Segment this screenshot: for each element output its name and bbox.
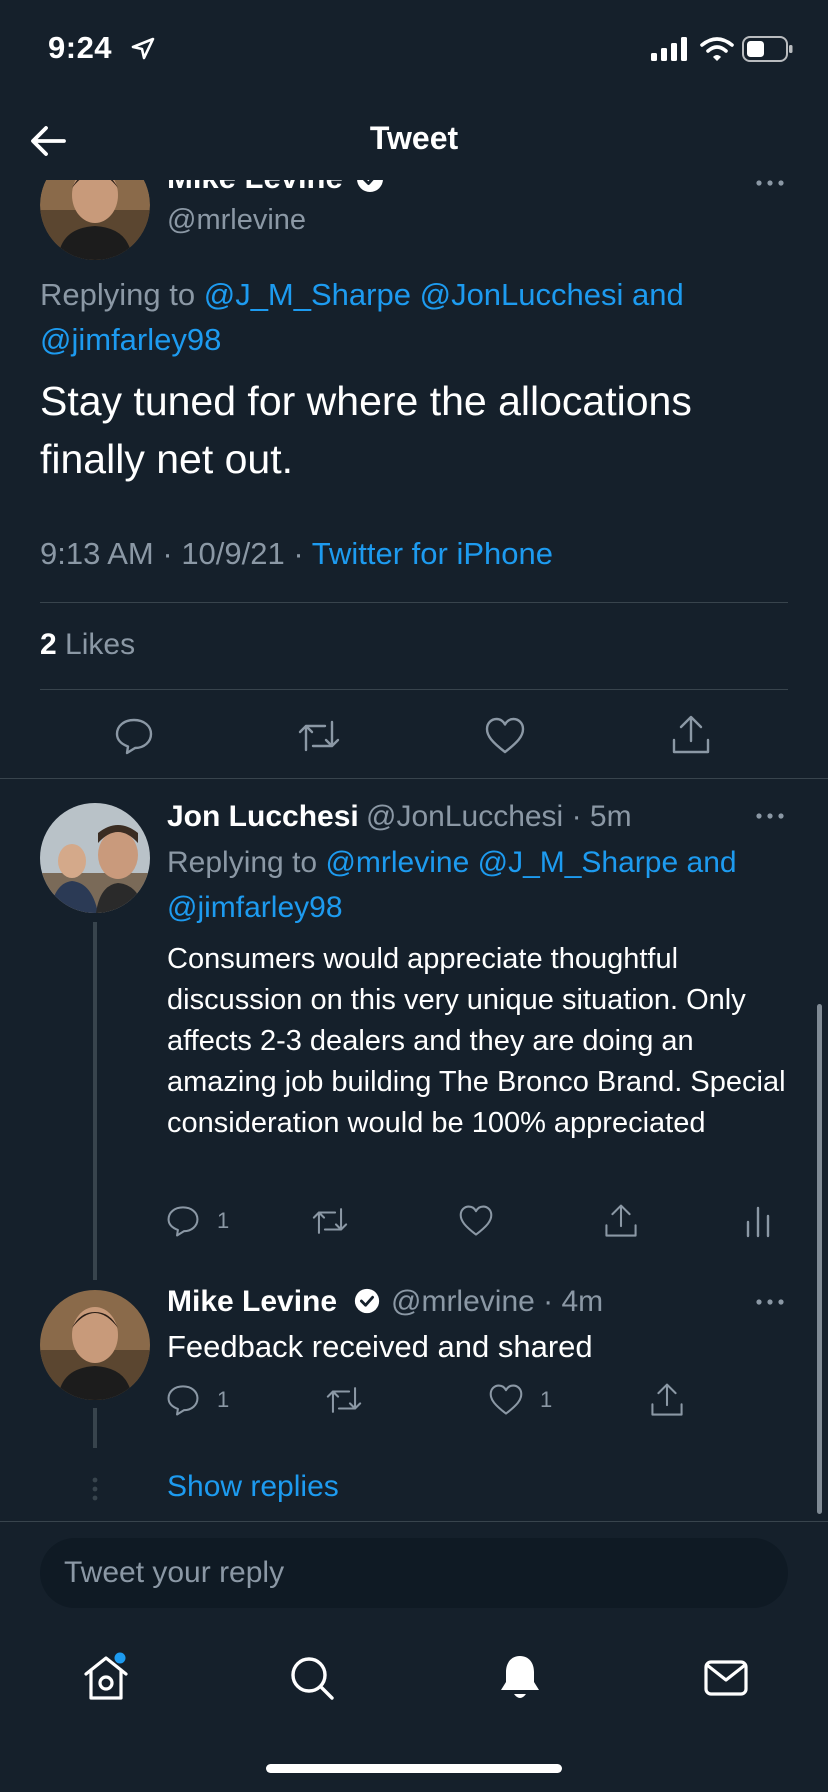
retweet-icon[interactable] [325, 1383, 363, 1417]
reply-text: Consumers would appreciate thoughtful di… [167, 943, 786, 1139]
reply-count: 1 [217, 1387, 230, 1412]
retweet-icon[interactable] [311, 1204, 349, 1238]
avatar [40, 803, 150, 913]
like-icon[interactable] [488, 1383, 524, 1417]
more-options-icon[interactable] [754, 1297, 786, 1307]
share-icon[interactable] [603, 1203, 639, 1239]
like-icon[interactable] [458, 1204, 494, 1238]
share-icon[interactable] [649, 1382, 685, 1418]
battery-icon [742, 36, 793, 62]
main-handle[interactable]: @mrlevine [167, 204, 306, 237]
messages-icon [704, 1660, 748, 1696]
analytics-icon[interactable] [744, 1204, 772, 1238]
thread-line [93, 922, 97, 1280]
reply-icon[interactable] [166, 1204, 200, 1238]
tweet-source[interactable]: Twitter for iPhone [312, 536, 553, 571]
mention-link[interactable]: @jimfarley98 [40, 322, 221, 357]
divider [40, 602, 788, 603]
divider [0, 778, 828, 779]
likes-count: 2 [40, 628, 57, 661]
verified-badge-icon [354, 1288, 380, 1314]
divider [40, 689, 788, 690]
home-icon [84, 1652, 128, 1700]
mention-link[interactable]: @jimfarley98 [167, 891, 343, 924]
header: Tweet [0, 100, 828, 180]
tab-search[interactable] [284, 1650, 340, 1706]
thread-line [93, 1408, 97, 1448]
reply-icon[interactable] [114, 716, 154, 756]
show-replies-link[interactable]: Show replies [167, 1470, 339, 1504]
main-tweet-text: Stay tuned for where the allocations fin… [40, 378, 692, 482]
tweet-time: 9:13 AM [40, 536, 154, 571]
share-icon[interactable] [670, 714, 712, 756]
replying-to: Replying to @J_M_Sharpe @JonLucchesi and… [40, 272, 760, 362]
cellular-signal-icon [651, 37, 687, 61]
divider [0, 1521, 828, 1522]
like-icon[interactable] [484, 716, 526, 756]
mention-and[interactable]: and [632, 277, 684, 312]
tweet-date: 10/9/21 [181, 536, 285, 571]
wifi-icon [700, 37, 734, 61]
reply-author-handle[interactable]: @JonLucchesi · 5m [366, 800, 632, 834]
replying-to: Replying to @mrlevine @J_M_Sharpe and @j… [167, 840, 787, 930]
tab-notifications[interactable] [492, 1650, 548, 1706]
reply-author-name[interactable]: Jon Lucchesi [167, 800, 359, 834]
reply-count: 1 [217, 1208, 230, 1233]
status-bar: 9:24 [0, 0, 828, 100]
likes-count-link[interactable]: 2 Likes [40, 628, 135, 662]
retweet-icon[interactable] [297, 716, 341, 756]
page-title: Tweet [369, 120, 459, 156]
replying-prefix: Replying to [167, 846, 318, 879]
reply-avatar[interactable] [40, 1290, 150, 1400]
avatar [40, 1290, 150, 1400]
mention-link[interactable]: @J_M_Sharpe [204, 277, 411, 312]
reply-avatar[interactable] [40, 803, 150, 913]
status-time: 9:24 [48, 30, 113, 65]
tweet-metadata: 9:13 AM · 10/9/21 · Twitter for iPhone [40, 536, 553, 571]
reply-author-name[interactable]: Mike Levine [167, 1285, 337, 1319]
tab-home[interactable] [78, 1650, 134, 1706]
location-arrow-icon [131, 37, 155, 60]
reply-icon[interactable] [166, 1383, 200, 1417]
reply-author-handle[interactable]: @mrlevine · 4m [391, 1285, 603, 1319]
mention-link[interactable]: @JonLucchesi [420, 277, 624, 312]
tab-messages[interactable] [698, 1650, 754, 1706]
mention-link[interactable]: @mrlevine [325, 846, 469, 879]
reply-text: Feedback received and shared [167, 1329, 593, 1364]
reply-input[interactable] [40, 1538, 788, 1608]
scrollbar[interactable] [817, 1004, 822, 1514]
replying-prefix: Replying to [40, 277, 196, 312]
mention-and[interactable]: and [687, 846, 737, 879]
mention-link[interactable]: @J_M_Sharpe [478, 846, 679, 879]
like-count: 1 [540, 1387, 553, 1412]
search-icon [291, 1657, 334, 1700]
thread-dots-icon [92, 1477, 98, 1501]
notifications-icon [501, 1656, 539, 1698]
home-indicator [266, 1764, 562, 1773]
more-options-icon[interactable] [754, 811, 786, 821]
likes-label: Likes [65, 628, 136, 661]
